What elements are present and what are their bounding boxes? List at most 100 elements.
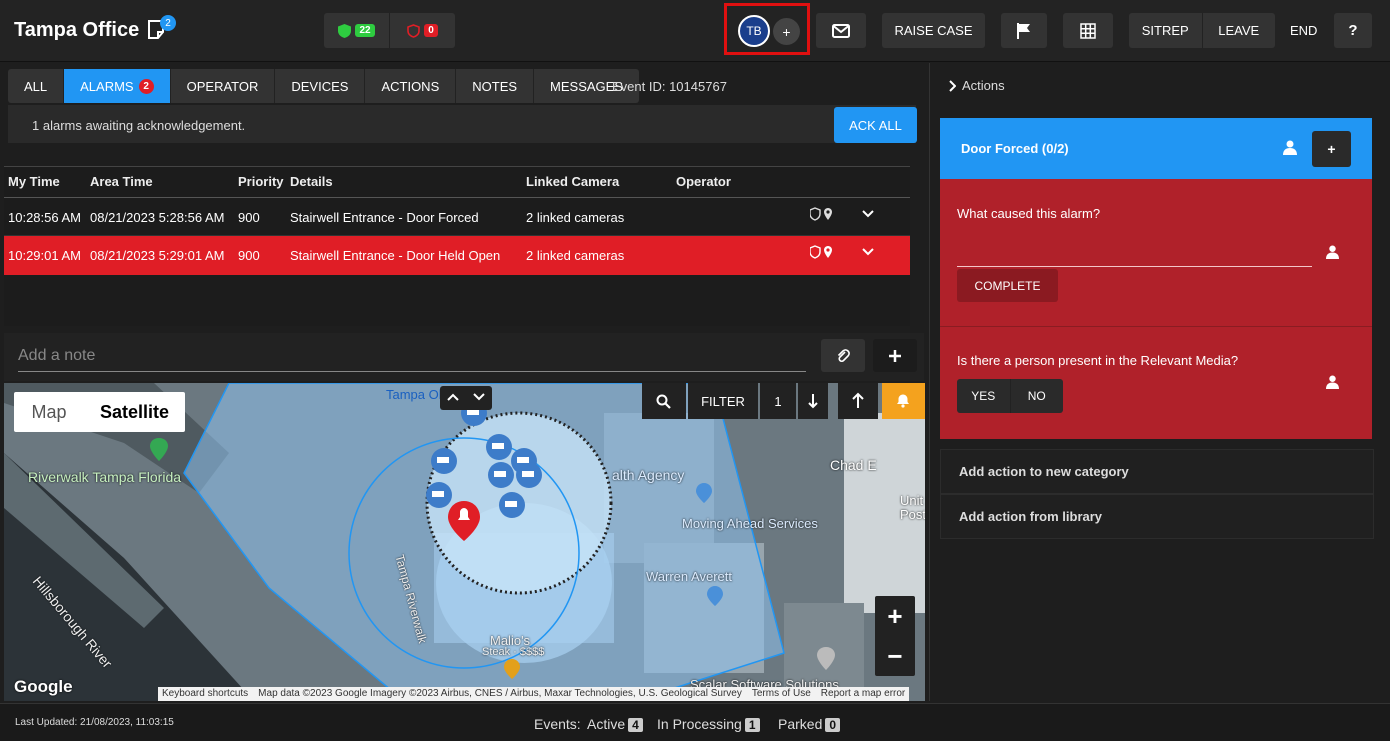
events-active[interactable]: Active 4 [587,716,643,732]
sitrep-leave-group: SITREP LEAVE [1129,13,1275,48]
alarm-count: 0 [424,24,438,37]
chevron-right-icon [949,79,956,92]
add-action-category-button[interactable]: Add action to new category [940,449,1374,494]
table-row[interactable]: 10:28:56 AM 08/21/2023 5:28:56 AM 900 St… [4,197,910,236]
chevron-down-icon[interactable] [472,392,486,402]
col-linked-camera[interactable]: Linked Camera [526,174,619,189]
search-icon [656,394,671,409]
chevron-up-icon[interactable] [446,392,460,402]
events-label: Events: [534,716,581,732]
tab-notes[interactable]: NOTES [456,69,535,103]
map-label-chad: Chad E [830,457,877,473]
shield-pin-icon[interactable] [810,207,834,221]
sitrep-button[interactable]: SITREP [1129,13,1203,48]
shield-alert-icon [407,23,421,38]
tab-alarms[interactable]: ALARMS 2 [64,69,171,103]
person-icon[interactable] [1326,245,1339,259]
note-input[interactable] [18,340,806,372]
zoom-out-button[interactable]: − [875,636,915,676]
map-export-button[interactable] [838,383,878,419]
answer-input-1[interactable] [957,266,1312,267]
chevron-down-icon[interactable] [862,208,874,220]
map-label-riverwalk: Riverwalk Tampa Florida [28,469,182,485]
tab-all[interactable]: ALL [8,69,65,103]
cell-details: Stairwell Entrance - Door Held Open [290,248,501,263]
parked-label: Parked [778,716,823,732]
add-action-library-button[interactable]: Add action from library [940,494,1374,539]
bell-icon [897,394,909,408]
flag-button[interactable] [1001,13,1047,48]
events-parked[interactable]: Parked 0 [778,716,841,732]
card-divider [940,326,1372,327]
notes-button[interactable]: 2 [146,15,176,42]
report-link[interactable]: Report a map error [821,688,905,700]
actions-header[interactable]: Actions [948,78,1005,93]
office-title: Tampa Office [14,19,140,41]
yes-button[interactable]: YES [957,379,1011,413]
person-icon[interactable] [1326,375,1339,389]
col-operator[interactable]: Operator [676,174,731,189]
tab-devices[interactable]: DEVICES [275,69,366,103]
col-priority[interactable]: Priority [238,174,284,189]
map-label-steak: Steak · $$$$ [482,646,545,658]
map-filter-button[interactable]: FILTER [688,383,758,419]
operator-avatar[interactable]: TB [738,15,770,47]
map-sort-button[interactable] [798,383,828,419]
no-button[interactable]: NO [1011,379,1064,413]
leave-button[interactable]: LEAVE [1203,13,1276,48]
shield-pin-icon[interactable] [810,245,834,259]
tab-label: ACTIONS [381,78,440,94]
map-label-moving: Moving Ahead Services [682,516,818,531]
ack-all-button[interactable]: ACK ALL [834,107,917,143]
arrow-down-icon [808,394,818,409]
tab-operator[interactable]: OPERATOR [171,69,276,103]
table-row-selected[interactable]: 10:29:01 AM 08/21/2023 5:29:01 AM 900 St… [4,236,910,275]
cell-priority: 900 [238,210,260,225]
site-map[interactable]: Riverwalk Tampa Florida Hillsborough Riv… [4,383,925,701]
message-button[interactable] [816,13,866,48]
col-details[interactable]: Details [290,174,333,189]
tab-actions[interactable]: ACTIONS [365,69,457,103]
armed-status[interactable]: 22 [324,13,390,48]
events-processing[interactable]: In Processing 1 [657,716,760,732]
col-area-time[interactable]: Area Time [90,174,153,189]
grid-button[interactable] [1063,13,1113,48]
cell-priority: 900 [238,248,260,263]
cell-linked[interactable]: 2 linked cameras [526,210,624,225]
end-button[interactable]: END [1290,23,1317,38]
notes-count-badge: 2 [160,15,176,31]
tab-label: ALL [24,78,48,94]
question-1: What caused this alarm? [957,206,1101,221]
yes-no-group: YES NO [957,379,1063,413]
add-note-button[interactable] [873,339,917,372]
alarms-count-badge: 2 [138,78,154,94]
google-logo: Google [14,677,73,696]
cell-linked[interactable]: 2 linked cameras [526,248,624,263]
alarm-status[interactable]: 0 [390,13,455,48]
map-alarm-bell-button[interactable] [882,383,925,419]
add-action-button[interactable]: + [1312,131,1351,167]
grid-icon [1080,22,1096,39]
event-id: Event ID: 10145767 [612,79,727,94]
map-data-text: Map data ©2023 Google Imagery ©2023 Airb… [258,688,742,699]
map-label-unit: Unit [900,493,924,508]
help-button[interactable]: ? [1334,13,1372,48]
map-label-health: alth Agency [612,467,685,483]
flag-icon [1017,22,1030,39]
map-level-controls [440,386,492,410]
zoom-in-button[interactable]: + [875,596,915,636]
keyboard-shortcuts-link[interactable]: Keyboard shortcuts [162,688,248,700]
map-type-map[interactable]: Map [14,392,84,432]
raise-case-button[interactable]: RAISE CASE [882,13,985,48]
map-search-button[interactable] [642,383,686,419]
actions-title: Actions [962,78,1005,93]
chevron-down-icon[interactable] [862,246,874,258]
attach-button[interactable] [821,339,865,372]
col-my-time[interactable]: My Time [8,174,60,189]
terms-link[interactable]: Terms of Use [752,688,811,700]
person-icon[interactable] [1283,140,1297,155]
add-operator-button[interactable]: + [773,18,800,45]
map-type-satellite[interactable]: Satellite [84,392,185,432]
last-updated: Last Updated: 21/08/2023, 11:03:15 [15,717,174,728]
complete-button[interactable]: COMPLETE [957,269,1058,302]
